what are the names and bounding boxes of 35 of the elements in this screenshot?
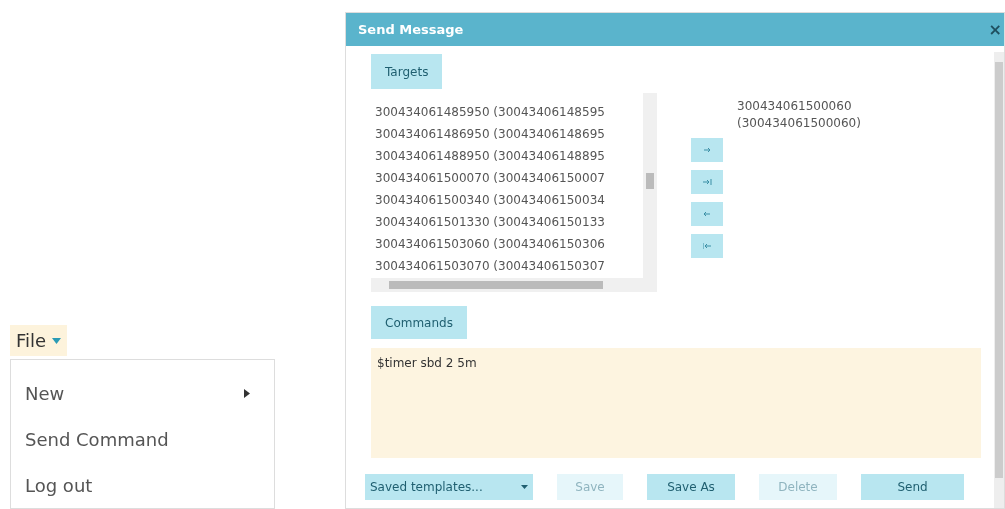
menu-item[interactable]: Log out xyxy=(11,462,274,508)
action-button[interactable]: Save As xyxy=(647,474,735,500)
target-option[interactable]: 300434061503060 (30043406150306 xyxy=(371,233,643,255)
saved-templates-dropdown[interactable]: Saved templates... xyxy=(365,474,533,500)
move-button[interactable] xyxy=(691,170,723,194)
menu-item[interactable]: Send Command xyxy=(11,416,274,462)
target-option[interactable]: 300434061500340 (30043406150034 xyxy=(371,189,643,211)
right-arrow-icon xyxy=(702,146,712,154)
action-button[interactable]: Send xyxy=(861,474,964,500)
caret-icon xyxy=(521,485,528,489)
dialog-scrollbar[interactable] xyxy=(994,52,1004,508)
caret-icon xyxy=(52,337,62,344)
horizontal-scrollbar[interactable] xyxy=(371,278,657,292)
move-button[interactable] xyxy=(691,234,723,258)
file-menu-button[interactable]: File xyxy=(10,325,68,356)
left-arrow-bar-icon xyxy=(702,242,712,250)
vertical-scrollbar[interactable] xyxy=(643,93,657,278)
left-arrow-icon xyxy=(702,210,712,218)
commands-button[interactable]: Commands xyxy=(371,306,467,339)
target-option[interactable]: 300434061500070 (30043406150007 xyxy=(371,167,643,189)
selected-target[interactable]: 300434061500060 (300434061500060) xyxy=(737,98,887,132)
move-button[interactable] xyxy=(691,202,723,226)
close-button[interactable]: × xyxy=(988,17,1002,42)
move-button[interactable] xyxy=(691,138,723,162)
target-option[interactable]: 300434061503070 (30043406150307 xyxy=(371,255,643,277)
target-option[interactable]: 300434061501330 (30043406150133 xyxy=(371,211,643,233)
menu-item[interactable]: New xyxy=(11,370,274,416)
targets-button[interactable]: Targets xyxy=(371,54,443,89)
right-arrow-bar-icon xyxy=(702,178,712,186)
command-field[interactable]: $timer sbd 2 5m xyxy=(371,348,981,458)
target-option[interactable]: 300434061485950 (30043406148595 xyxy=(371,101,643,123)
target-option[interactable]: 300434061488950 (30043406148895 xyxy=(371,145,643,167)
target-option[interactable]: 300434061486950 (30043406148695 xyxy=(371,123,643,145)
submenu-arrow-icon xyxy=(244,388,250,398)
dialog-title: Send Message xyxy=(358,20,464,39)
